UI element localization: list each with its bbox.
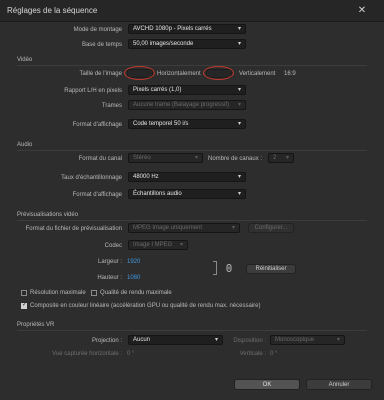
vr-section-title: Propriétés VR [17, 322, 55, 328]
max-resolution-checkbox[interactable] [21, 290, 27, 296]
preview-file-format-value: MPEG Image uniquement [133, 225, 203, 231]
chevron-down-icon: ▾ [237, 121, 241, 127]
audio-display-format-dropdown[interactable]: Échantillons audio ▾ [128, 189, 246, 199]
chevron-down-icon: ▾ [237, 26, 241, 32]
layout-value: Monoscopique [275, 337, 315, 343]
horizontal-fov-label: Vue capturée horizontale : [52, 351, 122, 357]
channel-format-label: Format du canal [78, 156, 122, 162]
projection-dropdown[interactable]: Aucun ▾ [128, 335, 223, 345]
channel-count-value: 2 [273, 155, 277, 161]
chevron-down-icon: ▾ [214, 337, 218, 343]
editing-mode-dropdown[interactable]: AVCHD 1080p - Pixels carrés ▾ [128, 24, 246, 34]
chevron-down-icon: ▾ [194, 155, 198, 161]
horizontal-label: Horizontalement [157, 71, 201, 77]
video-section-title: Vidéo [17, 57, 33, 63]
vertical-label: Verticalement [239, 71, 276, 77]
frame-size-label: Taille de l'image [79, 71, 122, 77]
layout-label: Disposition : [233, 338, 266, 344]
chevron-down-icon: ▾ [237, 102, 241, 108]
cancel-button[interactable]: Annuler [306, 379, 372, 390]
codec-label: Codec [104, 243, 122, 249]
max-quality-label: Qualité de rendu maximale [100, 290, 172, 296]
timebase-dropdown[interactable]: 50,00 images/seconde ▾ [128, 39, 246, 49]
chevron-down-icon: ▾ [237, 87, 241, 93]
aspect-ratio-text: 16:9 [284, 71, 296, 77]
reset-button[interactable]: Réinitialiser [246, 264, 296, 274]
link-bracket [213, 261, 217, 275]
max-quality-checkbox[interactable] [91, 290, 97, 296]
divider [17, 220, 367, 221]
audio-display-format-label: Format d'affichage [72, 192, 122, 198]
chevron-down-icon: ▾ [336, 337, 340, 343]
audio-display-format-value: Échantillons audio [133, 191, 182, 197]
chevron-down-icon: ▾ [231, 225, 235, 231]
vertical-fov-label: Verticale : [239, 351, 266, 357]
codec-value: Image I MPEG [133, 242, 173, 248]
chevron-down-icon: ▾ [237, 191, 241, 197]
video-display-format-label: Format d'affichage [72, 122, 122, 128]
fields-dropdown: Aucune trame (Balayage progressif) ▾ [128, 100, 246, 110]
timebase-label: Base de temps [81, 42, 122, 48]
divider [17, 150, 367, 151]
max-resolution-label: Résolution maximale [30, 290, 86, 296]
channel-format-dropdown: Stéréo ▾ [128, 153, 203, 163]
divider [17, 330, 367, 331]
editing-mode-value: AVCHD 1080p - Pixels carrés [133, 26, 212, 32]
timebase-value: 50,00 images/seconde [133, 41, 194, 47]
preview-height-value[interactable]: 1080 [127, 275, 140, 281]
sample-rate-dropdown[interactable]: 48000 Hz ▾ [128, 172, 246, 182]
window-title: Réglages de la séquence [7, 6, 98, 15]
chevron-down-icon: ▾ [285, 155, 289, 161]
sample-rate-value: 48000 Hz [133, 174, 159, 180]
audio-section-title: Audio [17, 142, 33, 148]
configure-button: Configurer... [248, 223, 294, 233]
sample-rate-label: Taux d'échantillonnage [61, 175, 122, 181]
horizontal-fov-value: 0 ° [127, 351, 135, 357]
fields-value: Aucune trame (Balayage progressif) [133, 102, 230, 108]
linear-color-checkbox[interactable] [21, 301, 27, 309]
projection-label: Projection : [91, 338, 122, 344]
preview-file-format-dropdown: MPEG Image uniquement ▾ [128, 223, 240, 233]
preview-width-label: Largeur : [97, 259, 122, 265]
annotation-circle [203, 66, 234, 80]
chevron-down-icon: ▾ [237, 174, 241, 180]
video-display-format-value: Code temporel 50 i/s [133, 121, 189, 127]
preview-file-format-label: Format du fichier de prévisualisation [25, 226, 122, 232]
divider [17, 65, 367, 66]
preview-height-label: Hauteur : [97, 275, 122, 281]
channel-count-label: Nombre de canaux : [208, 156, 263, 162]
linear-color-label: Composite en couleur linéaire (accélérat… [30, 303, 261, 309]
video-display-format-dropdown[interactable]: Code temporel 50 i/s ▾ [128, 119, 246, 129]
codec-dropdown: Image I MPEG ▾ [128, 240, 188, 250]
link-icon[interactable] [226, 264, 232, 272]
editing-mode-label: Mode de montage [73, 27, 122, 33]
vertical-fov-value: 0 ° [270, 351, 278, 357]
chevron-down-icon: ▾ [237, 41, 241, 47]
projection-value: Aucun [133, 337, 151, 343]
fields-label: Trames [101, 103, 122, 109]
channel-format-value: Stéréo [133, 155, 151, 161]
pixel-aspect-value: Pixels carrés (1,0) [133, 87, 182, 93]
chevron-down-icon: ▾ [179, 242, 183, 248]
layout-dropdown: Monoscopique ▾ [270, 335, 345, 345]
pixel-aspect-label: Rapport L/H en pixels [64, 88, 122, 94]
ok-button[interactable]: OK [234, 379, 300, 390]
pixel-aspect-dropdown[interactable]: Pixels carrés (1,0) ▾ [128, 85, 246, 95]
preview-width-value[interactable]: 1920 [127, 259, 140, 265]
channel-count-dropdown: 2 ▾ [268, 153, 294, 163]
preview-section-title: Prévisualisations vidéo [17, 212, 79, 218]
close-icon[interactable]: ✕ [356, 5, 368, 17]
annotation-circle [124, 66, 155, 80]
